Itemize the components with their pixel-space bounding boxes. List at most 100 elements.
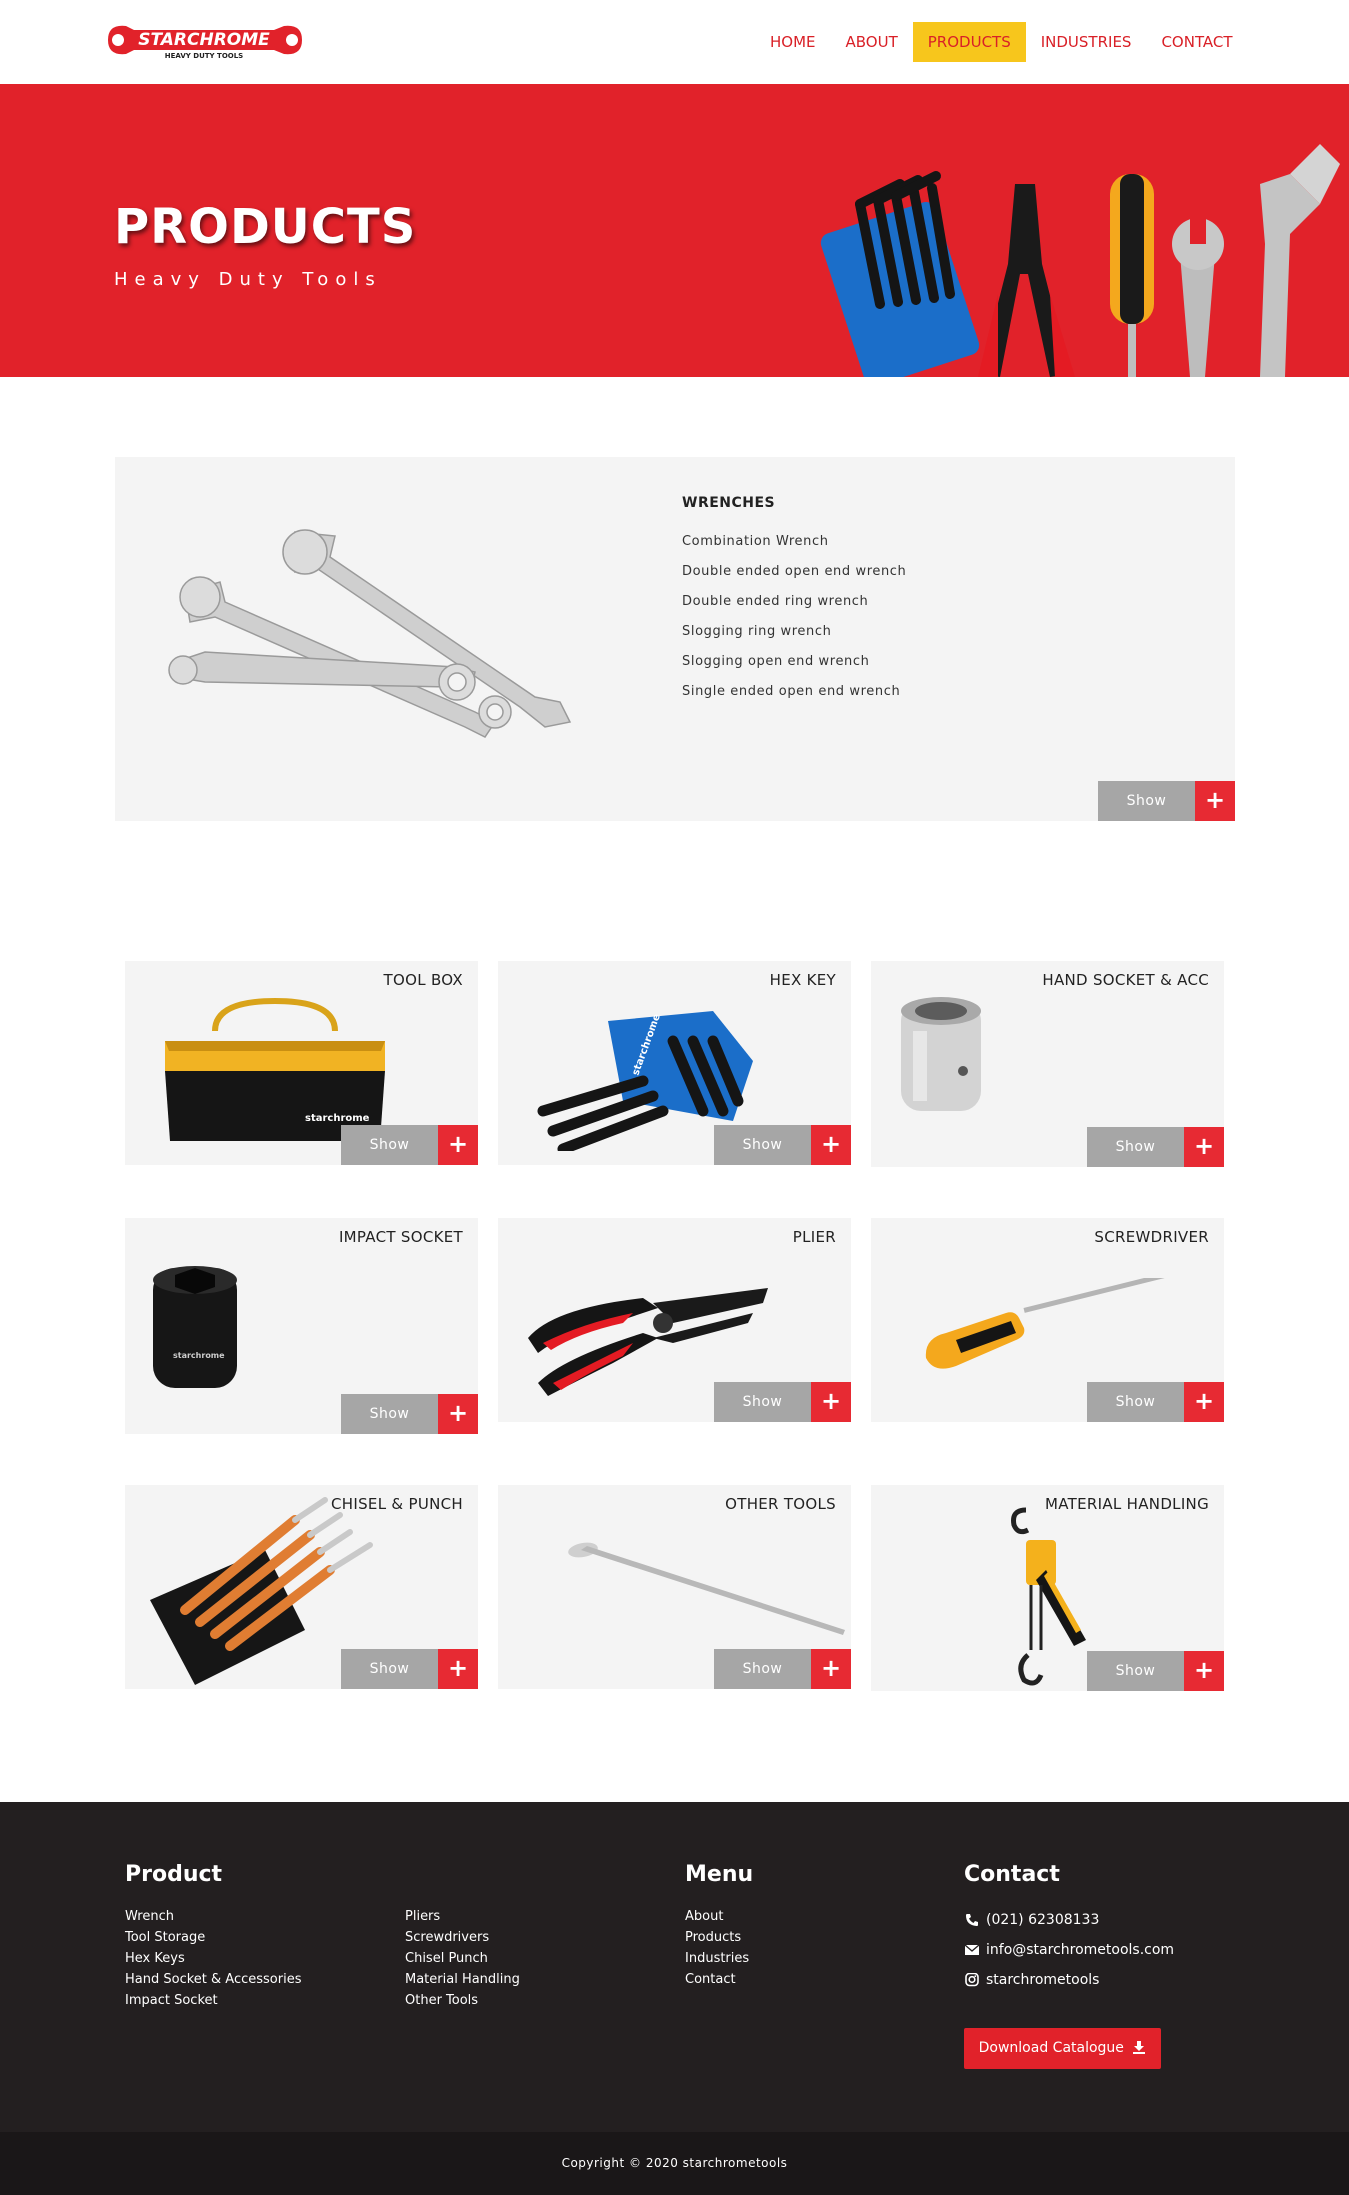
- list-item: Double ended ring wrench: [682, 594, 869, 609]
- list-item: Slogging ring wrench: [682, 624, 832, 639]
- download-icon: [1133, 2041, 1146, 2054]
- product-card-plier[interactable]: PLIER Show +: [498, 1218, 851, 1422]
- email-text: info@starchrometools.com: [986, 1942, 1175, 1958]
- list-item: Double ended open end wrench: [682, 564, 907, 579]
- plus-icon[interactable]: +: [438, 1125, 478, 1165]
- contact-phone[interactable]: (021) 62308133: [964, 1905, 1174, 1935]
- footer-link[interactable]: Contact: [685, 1969, 749, 1990]
- list-item: Combination Wrench: [682, 534, 829, 549]
- plus-icon[interactable]: +: [1184, 1651, 1224, 1691]
- nav-contact[interactable]: CONTACT: [1146, 22, 1247, 62]
- card-title: SCREWDRIVER: [1094, 1228, 1209, 1246]
- screwdriver-image: [925, 1278, 1166, 1369]
- footer-link[interactable]: Chisel Punch: [405, 1948, 520, 1969]
- footer-product-heading: Product: [125, 1862, 223, 1887]
- footer-contact-list: (021) 62308133 info@starchrometools.com …: [964, 1905, 1174, 1995]
- starchrome-logo[interactable]: STARCHROME HEAVY DUTY TOOLS: [104, 16, 306, 64]
- impact-socket-image: starchrome: [153, 1266, 237, 1388]
- footer-link[interactable]: Products: [685, 1927, 749, 1948]
- footer-link[interactable]: Industries: [685, 1948, 749, 1969]
- product-card-material-handling[interactable]: MATERIAL HANDLING Show +: [871, 1485, 1224, 1691]
- show-label[interactable]: Show: [714, 1125, 811, 1165]
- footer-link[interactable]: Other Tools: [405, 1990, 520, 2011]
- card-title: PLIER: [792, 1228, 836, 1246]
- footer-link[interactable]: Impact Socket: [125, 1990, 301, 2011]
- plus-icon[interactable]: +: [811, 1649, 851, 1689]
- svg-text:starchrome: starchrome: [173, 1351, 225, 1360]
- product-card-screwdriver[interactable]: SCREWDRIVER Show +: [871, 1218, 1224, 1422]
- show-label[interactable]: Show: [1087, 1382, 1184, 1422]
- hand-socket-image: [901, 997, 981, 1111]
- product-card-toolbox[interactable]: TOOL BOX starchrome Show +: [125, 961, 478, 1165]
- footer-link[interactable]: Hand Socket & Accessories: [125, 1969, 301, 1990]
- plus-icon[interactable]: +: [1184, 1382, 1224, 1422]
- plus-icon[interactable]: +: [1195, 781, 1235, 821]
- screwdriver-show-button[interactable]: Show +: [1087, 1382, 1224, 1422]
- show-label[interactable]: Show: [1098, 781, 1195, 821]
- card-title: HAND SOCKET & ACC: [1042, 971, 1209, 989]
- featured-show-button[interactable]: Show +: [1098, 781, 1235, 821]
- svg-text:HEAVY DUTY TOOLS: HEAVY DUTY TOOLS: [165, 52, 243, 60]
- impact-socket-show-button[interactable]: Show +: [341, 1394, 478, 1434]
- show-label[interactable]: Show: [1087, 1651, 1184, 1691]
- phone-text: (021) 62308133: [986, 1912, 1100, 1928]
- card-title: TOOL BOX: [383, 971, 463, 989]
- plier-show-button[interactable]: Show +: [714, 1382, 851, 1422]
- plus-icon[interactable]: +: [438, 1394, 478, 1434]
- show-label[interactable]: Show: [714, 1649, 811, 1689]
- contact-email[interactable]: info@starchrometools.com: [964, 1935, 1174, 1965]
- plier-image: [528, 1288, 768, 1396]
- download-catalogue-button[interactable]: Download Catalogue: [964, 2028, 1161, 2069]
- material-handling-show-button[interactable]: Show +: [1087, 1651, 1224, 1691]
- chisel-punch-show-button[interactable]: Show +: [341, 1649, 478, 1689]
- hand-socket-show-button[interactable]: Show +: [1087, 1127, 1224, 1167]
- hero-banner: PRODUCTS Heavy Duty Tools: [0, 84, 1349, 377]
- footer-product-list-2: Pliers Screwdrivers Chisel Punch Materia…: [405, 1906, 520, 2011]
- plus-icon[interactable]: +: [811, 1125, 851, 1165]
- site-header: STARCHROME HEAVY DUTY TOOLS HOME ABOUT P…: [0, 0, 1349, 84]
- plus-icon[interactable]: +: [1184, 1127, 1224, 1167]
- show-label[interactable]: Show: [341, 1125, 438, 1165]
- footer-link[interactable]: About: [685, 1906, 749, 1927]
- product-card-other-tools[interactable]: OTHER TOOLS Show +: [498, 1485, 851, 1689]
- footer-link[interactable]: Material Handling: [405, 1969, 520, 1990]
- product-card-hand-socket[interactable]: HAND SOCKET & ACC Show +: [871, 961, 1224, 1167]
- toolbox-show-button[interactable]: Show +: [341, 1125, 478, 1165]
- other-tools-image: [568, 1542, 845, 1635]
- plus-icon[interactable]: +: [811, 1382, 851, 1422]
- footer-product-list-1: Wrench Tool Storage Hex Keys Hand Socket…: [125, 1906, 301, 2011]
- nav-industries[interactable]: INDUSTRIES: [1026, 22, 1147, 62]
- hex-key-show-button[interactable]: Show +: [714, 1125, 851, 1165]
- phone-icon: [966, 1914, 978, 1926]
- hero-tools-image: [820, 144, 1340, 377]
- copyright-bar: Copyright © 2020 starchrometools: [0, 2132, 1349, 2195]
- contact-instagram[interactable]: starchrometools: [964, 1965, 1174, 1995]
- download-label[interactable]: Download Catalogue: [979, 2040, 1124, 2056]
- product-card-hex-key[interactable]: HEX KEY starchrome Show +: [498, 961, 851, 1165]
- nav-home[interactable]: HOME: [755, 22, 831, 62]
- show-label[interactable]: Show: [341, 1649, 438, 1689]
- plus-icon[interactable]: +: [438, 1649, 478, 1689]
- product-card-chisel-punch[interactable]: CHISEL & PUNCH Show +: [125, 1485, 478, 1689]
- footer-link[interactable]: Screwdrivers: [405, 1927, 520, 1948]
- product-card-impact-socket[interactable]: IMPACT SOCKET starchrome Show +: [125, 1218, 478, 1434]
- instagram-text: starchrometools: [986, 1972, 1100, 1988]
- footer-link[interactable]: Tool Storage: [125, 1927, 301, 1948]
- nav-about[interactable]: ABOUT: [831, 22, 913, 62]
- footer-link[interactable]: Wrench: [125, 1906, 301, 1927]
- card-title: HEX KEY: [769, 971, 836, 989]
- card-title: OTHER TOOLS: [725, 1495, 836, 1513]
- svg-text:starchrome: starchrome: [305, 1113, 370, 1124]
- footer-menu-list: About Products Industries Contact: [685, 1906, 749, 1990]
- nav-products[interactable]: PRODUCTS: [912, 22, 1026, 62]
- footer-link[interactable]: Pliers: [405, 1906, 520, 1927]
- footer-link[interactable]: Hex Keys: [125, 1948, 301, 1969]
- instagram-icon: [965, 1973, 979, 1987]
- show-label[interactable]: Show: [714, 1382, 811, 1422]
- show-label[interactable]: Show: [341, 1394, 438, 1434]
- other-tools-show-button[interactable]: Show +: [714, 1649, 851, 1689]
- card-title: IMPACT SOCKET: [338, 1228, 463, 1246]
- show-label[interactable]: Show: [1087, 1127, 1184, 1167]
- page-title: PRODUCTS: [114, 199, 417, 255]
- footer-menu-heading: Menu: [685, 1862, 754, 1887]
